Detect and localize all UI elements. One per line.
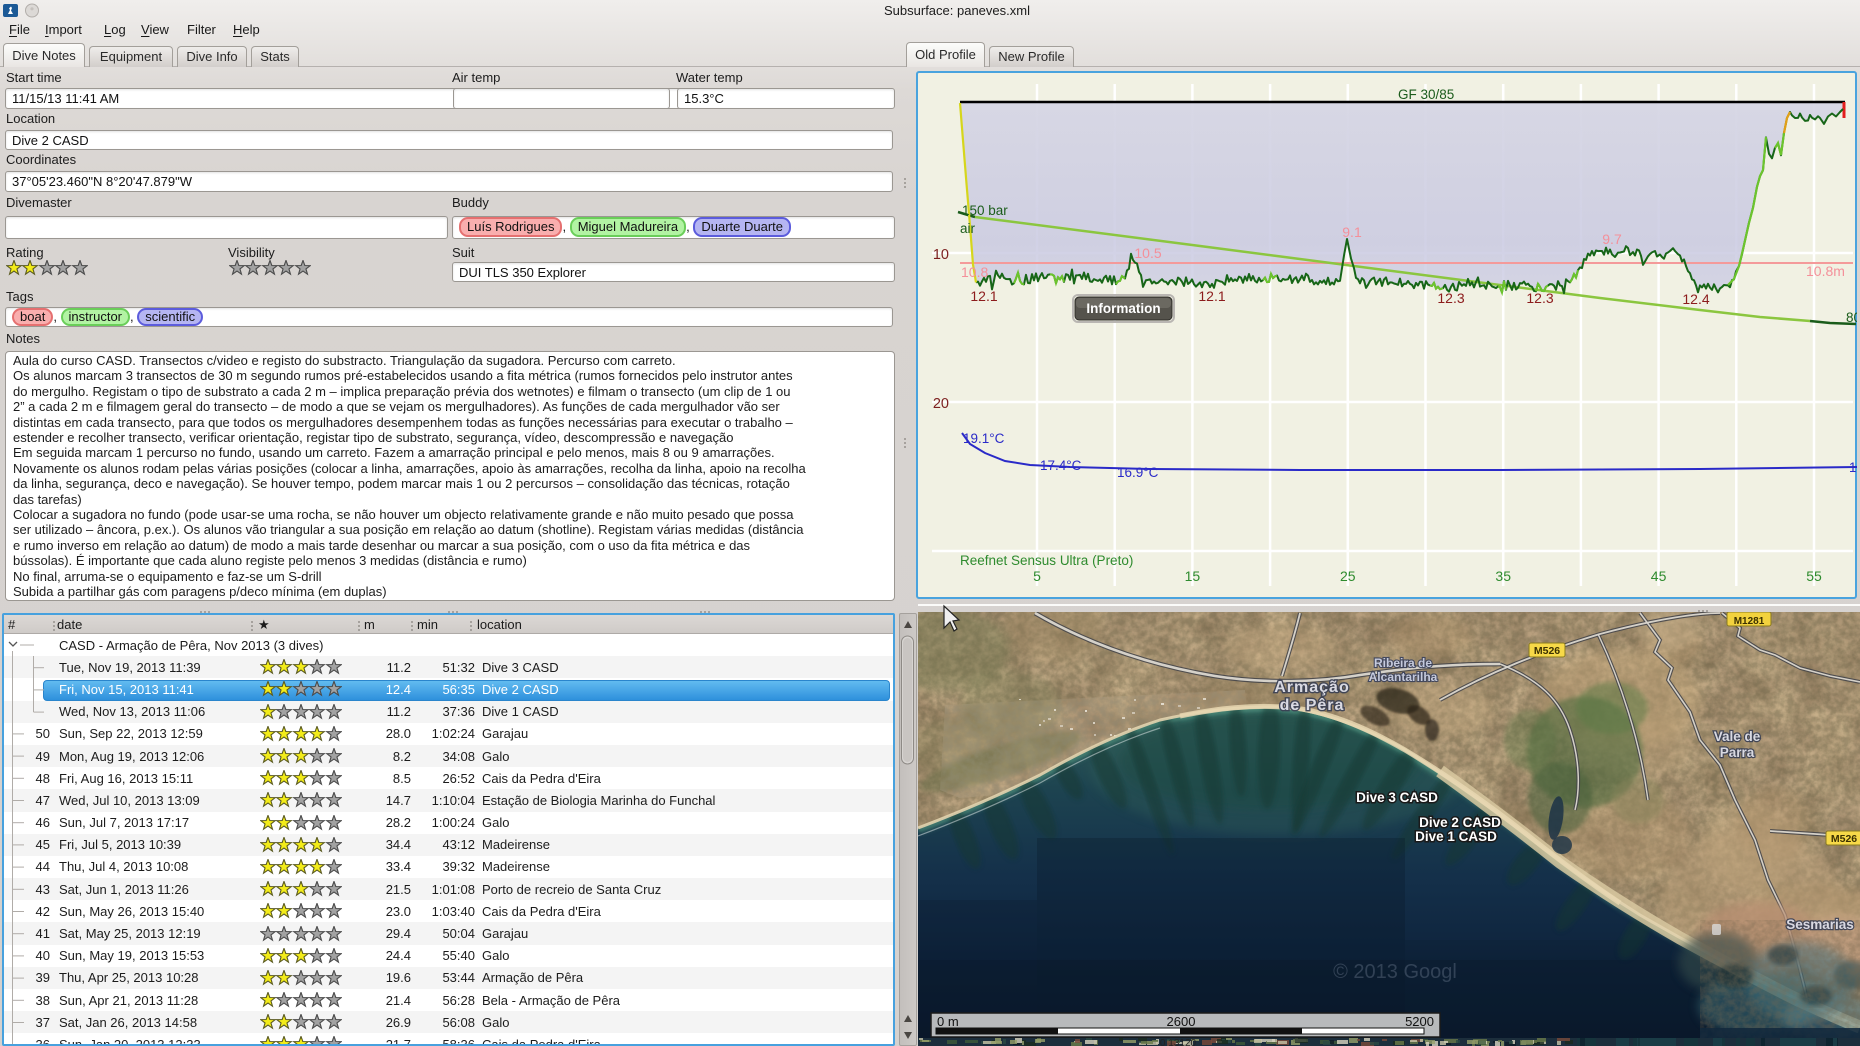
svg-text:Alcantarilha: Alcantarilha [1369,670,1438,684]
svg-text:© 2013 Googl: © 2013 Googl [1333,961,1457,983]
svg-text:15: 15 [1185,568,1201,584]
svg-text:80: 80 [1846,310,1857,325]
svg-text:Parra: Parra [1720,745,1755,760]
svg-text:0 13120: 0 13120 [1160,1038,1197,1046]
svg-text:12.4: 12.4 [1682,291,1709,307]
svg-text:Information: Information [1086,301,1160,316]
svg-text:Vale de: Vale de [1714,729,1761,744]
svg-text:air: air [960,221,976,236]
svg-text:35: 35 [1495,568,1511,584]
svg-text:19.1°C: 19.1°C [963,431,1005,446]
svg-text:Reefnet Sensus Ultra (Preto): Reefnet Sensus Ultra (Preto) [960,553,1133,568]
svg-text:Dive 2 CASD: Dive 2 CASD [1419,815,1501,830]
svg-text:0 m: 0 m [937,1014,959,1029]
svg-text:16.9°C: 16.9°C [1117,465,1159,480]
svg-text:Ribeira de: Ribeira de [1374,656,1432,670]
svg-text:Dive 3 CASD: Dive 3 CASD [1356,790,1438,805]
svg-text:150 bar: 150 bar [962,203,1008,218]
svg-text:M526: M526 [1534,645,1560,657]
svg-text:25: 25 [1340,568,1356,584]
svg-text:5: 5 [1033,568,1041,584]
svg-text:10.8: 10.8 [961,264,988,280]
svg-text:5200: 5200 [1405,1014,1434,1029]
svg-text:Armação: Armação [1274,679,1349,696]
svg-text:55: 55 [1806,568,1822,584]
svg-text:9.7: 9.7 [1602,231,1622,247]
svg-text:20: 20 [933,396,949,412]
svg-text:de Pêra: de Pêra [1280,697,1345,714]
svg-text:16: 16 [1849,460,1857,475]
svg-text:45: 45 [1651,568,1667,584]
svg-text:Dive 1 CASD: Dive 1 CASD [1415,829,1497,844]
svg-text:12.1: 12.1 [1198,288,1225,304]
svg-text:12.3: 12.3 [1526,290,1553,306]
svg-text:12.3: 12.3 [1437,290,1464,306]
svg-text:M1281: M1281 [1734,616,1765,627]
svg-text:10: 10 [933,247,949,263]
svg-text:10.8m: 10.8m [1806,263,1845,279]
svg-text:12.1: 12.1 [970,288,997,304]
svg-text:9.1: 9.1 [1342,224,1362,240]
svg-text:GF 30/85: GF 30/85 [1398,87,1454,102]
svg-text:10.5: 10.5 [1134,245,1161,261]
svg-text:M526: M526 [1831,833,1857,845]
svg-text:Sesmarias: Sesmarias [1786,917,1854,932]
svg-text:17.4°C: 17.4°C [1040,458,1082,473]
svg-text:2600: 2600 [1167,1014,1196,1029]
